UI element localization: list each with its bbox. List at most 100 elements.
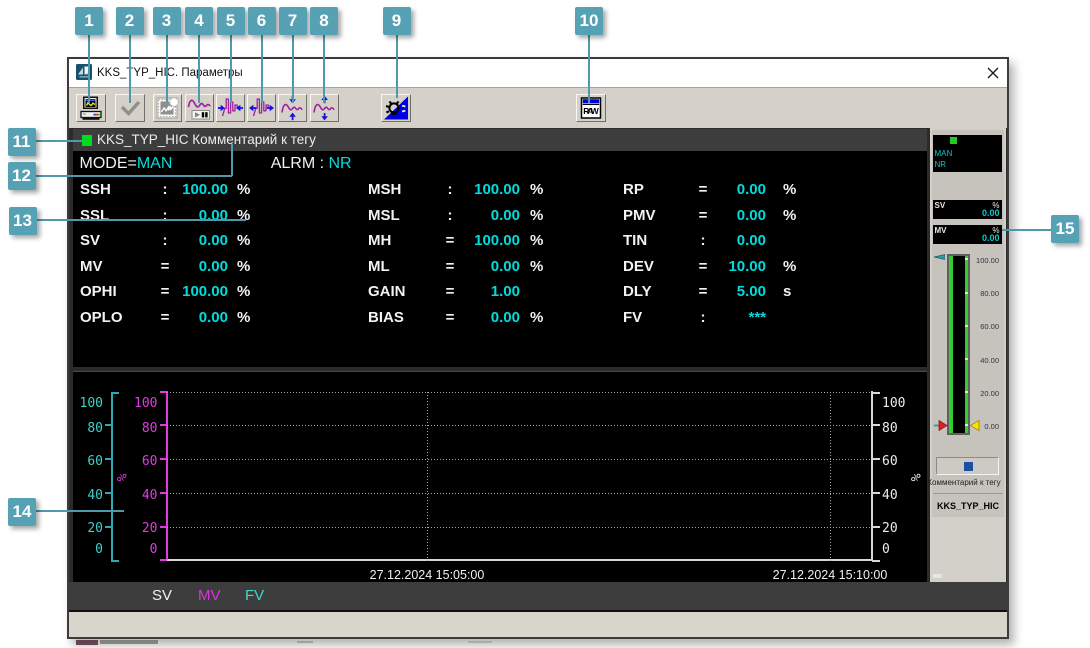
title-bar: KKS_TYP_HIC. Параметры (69, 59, 1007, 87)
callout-line-2 (128, 35, 131, 103)
sv-axis-label: 60 (882, 454, 898, 469)
callout-badge-13[interactable]: 13 (8, 206, 37, 235)
axis-flare (871, 391, 880, 394)
page-artifact (297, 641, 313, 643)
callout-line-3 (165, 35, 168, 103)
trend-plot-area[interactable] (166, 391, 873, 561)
axis-tick-fv (104, 491, 112, 494)
param-label: TIN (623, 232, 648, 250)
gauge-pointer-top (933, 254, 945, 260)
axis-flare (111, 559, 120, 562)
param-value: 0.00 (736, 206, 766, 224)
mode-label: MODE= (79, 155, 137, 172)
callout-badge-9[interactable]: 9 (382, 7, 411, 35)
callout-badge-5[interactable]: 5 (216, 7, 245, 35)
parameters-window: KKS_TYP_HIC. Параметры RAW KKS_TYP_HIC К… (67, 57, 1009, 639)
close-icon[interactable] (986, 66, 1000, 80)
trend-gridline-h (167, 425, 872, 427)
faceplate-status-indicator (950, 136, 957, 144)
faceplate-mv-box: MV % 0.00 (932, 224, 1002, 244)
gauge-scale-label: 60.00 (980, 322, 999, 332)
gauge-bar-left (949, 255, 953, 433)
tag-title: KKS_TYP_HIC Комментарий к тегу (97, 132, 316, 147)
gauge-pointer-red (934, 419, 948, 431)
toolbar: RAW (69, 87, 1007, 128)
callout-line-11 (35, 140, 82, 143)
mode-button-square (964, 462, 973, 471)
axis-tick-sv (873, 424, 880, 427)
axis-tick-mv (160, 458, 168, 461)
gauge-pointer-yellow (969, 419, 980, 431)
trend-timestamp: 27.12.2024 15:05:00 (369, 568, 485, 582)
callout-line-6 (260, 35, 263, 103)
legend-mv[interactable]: MV (198, 588, 221, 604)
fv-axis-label: 0 (95, 541, 103, 557)
callout-badge-6[interactable]: 6 (247, 7, 276, 35)
param-unit: % (783, 257, 797, 275)
trend-gridline-v (830, 392, 831, 561)
param-value: *** (748, 308, 766, 326)
axis-tick-mv (160, 559, 168, 562)
callout-badge-15[interactable]: 15 (1051, 215, 1079, 243)
callout-badge-4[interactable]: 4 (185, 7, 213, 35)
print-button[interactable] (76, 94, 106, 122)
faceplate-alarm: NR (934, 159, 947, 169)
mode-row: MODE=MAN (80, 155, 173, 173)
legend-sv[interactable]: SV (152, 588, 172, 604)
parameters-panel: MODE=MAN ALRM : NR SSH:100.00% SSL:0.00% S… (73, 151, 927, 367)
gauge-bar-right (964, 255, 968, 433)
faceplate-mode-button[interactable] (936, 457, 999, 475)
bar-gauge (947, 253, 970, 435)
callout-badge-1[interactable]: 1 (75, 7, 103, 35)
param-label: DLY (623, 283, 652, 301)
trend-gridline-h (167, 492, 872, 494)
param-label: FV (623, 308, 643, 326)
mv-axis-label: 100 (134, 396, 158, 411)
param-row-fv: FV: *** (73, 308, 927, 326)
trend-gridline-h (167, 459, 872, 461)
callout-line-9 (395, 35, 398, 98)
axis-flare (111, 391, 120, 394)
alarm-color-settings-button[interactable] (380, 94, 411, 122)
param-value: 5.00 (736, 283, 766, 301)
faceplate-tag: KKS_TYP_HIC (936, 501, 999, 511)
callout-badge-11[interactable]: 11 (7, 127, 36, 156)
mv-axis-unit: % (115, 473, 131, 482)
sv-axis-label: 0 (882, 541, 890, 557)
callout-badge-10[interactable]: 10 (575, 7, 603, 35)
trend-panel[interactable]: 100 80 60 40 20 0 100 80 60 40 20 0 100 80 60 40 20 0%% 27… (73, 371, 927, 582)
page-artifact (76, 640, 98, 645)
callout-badge-2[interactable]: 2 (115, 7, 144, 35)
callout-badge-12[interactable]: 12 (7, 162, 36, 190)
fv-axis-label: 60 (87, 454, 103, 469)
raw-data-button[interactable]: RAW (576, 94, 606, 122)
callout-line-12 (35, 175, 232, 178)
trend-legend: SV MV FV (69, 582, 1007, 610)
axis-flare (871, 559, 880, 562)
faceplate-comment: Комментарий к тегу (927, 478, 1001, 487)
callout-line-15 (36, 510, 124, 513)
callout-badge-14[interactable]: 14 (8, 497, 36, 526)
param-label: RP (623, 181, 644, 199)
print-icon (80, 96, 102, 120)
callout-line-8 (323, 35, 326, 103)
sv-axis-label: 100 (882, 396, 906, 411)
callout-badge-8[interactable]: 8 (310, 7, 338, 35)
callout-line-16 (1002, 228, 1051, 231)
mv-value: 0.00 (981, 233, 1000, 243)
param-row-dly: DLY = 5.00 s (73, 284, 927, 300)
alrm-row: ALRM : NR (271, 155, 352, 173)
param-label: PMV (623, 206, 656, 224)
mv-axis-label: 80 (141, 420, 158, 436)
param-unit: s (783, 283, 792, 301)
axis-tick-sv (873, 458, 880, 461)
param-label: DEV (623, 257, 654, 275)
callout-badge-3[interactable]: 3 (152, 7, 181, 35)
mv-axis-label: 0 (149, 541, 158, 557)
faceplate-sv-box: SV % 0.00 (932, 199, 1002, 219)
page-artifact (100, 640, 158, 644)
mv-axis-label: 20 (141, 521, 158, 536)
callout-badge-7[interactable]: 7 (278, 7, 307, 35)
legend-fv[interactable]: FV (245, 588, 264, 604)
faceplate-divider (933, 493, 1003, 494)
